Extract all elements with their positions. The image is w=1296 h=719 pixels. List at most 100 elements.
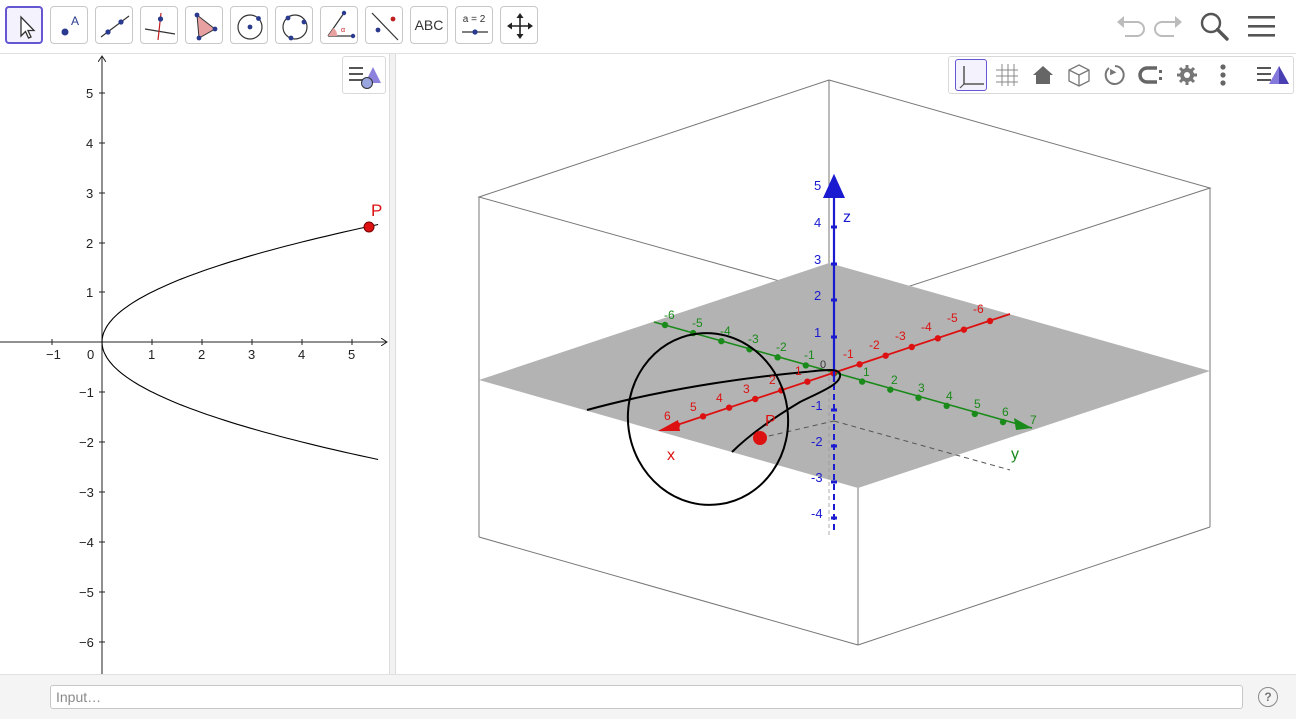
tool-point[interactable]: A <box>50 6 88 44</box>
y-axis-tick-dot <box>943 402 950 410</box>
x-axis-tick-dot <box>934 335 942 342</box>
tool-circle-3pts[interactable] <box>275 6 313 44</box>
point-p-label: P <box>371 201 382 220</box>
search-icon <box>1200 12 1229 41</box>
tool-move[interactable] <box>5 6 43 44</box>
view3d-style-bar <box>948 56 1294 94</box>
x-axis-tick-dot <box>699 413 707 420</box>
z-tick-label: 1 <box>814 325 821 340</box>
redo-icon <box>1154 16 1182 37</box>
clipping-box-toggle[interactable] <box>1063 59 1095 91</box>
polygon-icon <box>194 12 218 41</box>
y-tick-label: 4 <box>86 136 93 151</box>
move-graphics-view-icon <box>507 13 533 39</box>
slider-icon <box>462 29 488 35</box>
y-tick-label: 5 <box>974 397 981 411</box>
x-tick-label: −1 <box>46 347 61 362</box>
point-p[interactable] <box>363 221 375 233</box>
perpendicular-line-icon <box>144 12 176 41</box>
text-icon: ABC <box>414 17 444 33</box>
x-axis-tick-dot <box>856 361 863 368</box>
y-tick-label: 5 <box>86 86 93 101</box>
x-tick-label: 2 <box>769 373 776 387</box>
x-tick-label: -5 <box>947 311 958 325</box>
tool-reflect[interactable] <box>365 6 403 44</box>
y-axis-label: y <box>1011 446 1019 463</box>
x-tick-label: 4 <box>298 347 305 362</box>
x-tick-label: -6 <box>973 302 984 316</box>
z-tick-label: -3 <box>811 470 823 485</box>
y-axis-tick-dot <box>971 410 979 418</box>
main-menu-button[interactable] <box>1244 8 1280 44</box>
algebra-input[interactable] <box>50 685 1243 709</box>
tool-circle[interactable] <box>230 6 268 44</box>
z-axis-tick-mark <box>831 408 837 412</box>
settings-icon <box>1177 65 1197 85</box>
y-axis-tick-dot <box>915 394 922 401</box>
graphics-style-bar-toggle[interactable] <box>342 56 386 94</box>
y-axis-tick-dot <box>802 362 810 369</box>
projection-button[interactable] <box>1135 59 1167 91</box>
x-tick-label: 5 <box>690 400 697 414</box>
x-tick-label: 0 <box>87 347 94 362</box>
z-axis-tick-mark <box>831 335 837 339</box>
y-tick-label: -2 <box>776 340 787 354</box>
undo-icon <box>1117 16 1145 37</box>
y-tick-label: 4 <box>946 389 953 403</box>
x-axis-tick-dot <box>804 378 811 385</box>
tool-perpendicular[interactable] <box>140 6 178 44</box>
y-tick-label: -5 <box>692 316 703 330</box>
axes-toggle[interactable] <box>955 59 987 91</box>
tool-text[interactable]: ABC <box>410 6 448 44</box>
point-p-3d[interactable] <box>753 431 767 445</box>
redo-button[interactable] <box>1150 8 1186 44</box>
z-axis-tick-mark <box>831 298 837 302</box>
graphics-view-2d[interactable]: −1 0 1 2 3 4 5 5 4 3 2 1 −1 −2 −3 −4 −5 … <box>0 54 389 674</box>
undo-button[interactable] <box>1113 8 1149 44</box>
tool-angle[interactable]: α <box>320 6 358 44</box>
y-tick-label: −4 <box>79 535 94 550</box>
z-tick-label: 4 <box>814 215 821 230</box>
view3d-style-bar-toggle[interactable] <box>1253 59 1293 91</box>
svg-text:α: α <box>341 27 345 34</box>
y-axis-tick-dot <box>887 386 894 393</box>
z-tick-label: -2 <box>811 434 823 449</box>
search-button[interactable] <box>1197 8 1233 44</box>
view-divider[interactable] <box>389 54 396 674</box>
settings-button[interactable] <box>1171 59 1203 91</box>
z-axis-tick-mark <box>831 444 837 448</box>
graphics-2d-canvas[interactable]: −1 0 1 2 3 4 5 5 4 3 2 1 −1 −2 −3 −4 −5 … <box>0 54 389 674</box>
menu-icon <box>1248 16 1275 37</box>
tool-move-graphics[interactable] <box>500 6 538 44</box>
y-tick-label: 1 <box>86 285 93 300</box>
tool-line[interactable] <box>95 6 133 44</box>
y-tick-label: −3 <box>79 485 94 500</box>
z-tick-label: 3 <box>814 252 821 267</box>
help-button[interactable]: ? <box>1258 687 1278 707</box>
graphics-3d-canvas[interactable]: P z x y 0 5 4 3 2 1 -1 -2 -3 -4 6 5 4 3 … <box>396 54 1296 674</box>
x-tick-label: -1 <box>843 347 854 361</box>
z-tick-label: 5 <box>814 178 821 193</box>
toolbar: A α ABC a = 2 <box>0 0 1296 54</box>
graphics-view-3d[interactable]: P z x y 0 5 4 3 2 1 -1 -2 -3 -4 6 5 4 3 … <box>396 54 1296 674</box>
toggle-style-bar-icon <box>349 67 381 89</box>
rotate-view-button[interactable] <box>1099 59 1131 91</box>
y-tick-label: 3 <box>86 186 93 201</box>
more-options-icon <box>1220 64 1226 86</box>
tool-slider[interactable]: a = 2 <box>455 6 493 44</box>
x-axis-tick-dot <box>986 317 994 325</box>
more-options-button[interactable] <box>1207 59 1239 91</box>
standard-view-button[interactable] <box>1027 59 1059 91</box>
angle-icon: α <box>327 10 356 39</box>
tool-polygon[interactable] <box>185 6 223 44</box>
x-tick-label: 3 <box>743 382 750 396</box>
x-tick-label: 3 <box>248 347 255 362</box>
x-tick-label: 1 <box>148 347 155 362</box>
y-axis-tick-dot <box>999 418 1007 426</box>
y-tick-label: -4 <box>720 324 731 338</box>
y-tick-label: 2 <box>891 373 898 387</box>
y-tick-label: 3 <box>918 381 925 395</box>
projection-icon <box>1138 66 1162 84</box>
z-tick-label: -4 <box>811 506 823 521</box>
grid-toggle[interactable] <box>991 59 1023 91</box>
